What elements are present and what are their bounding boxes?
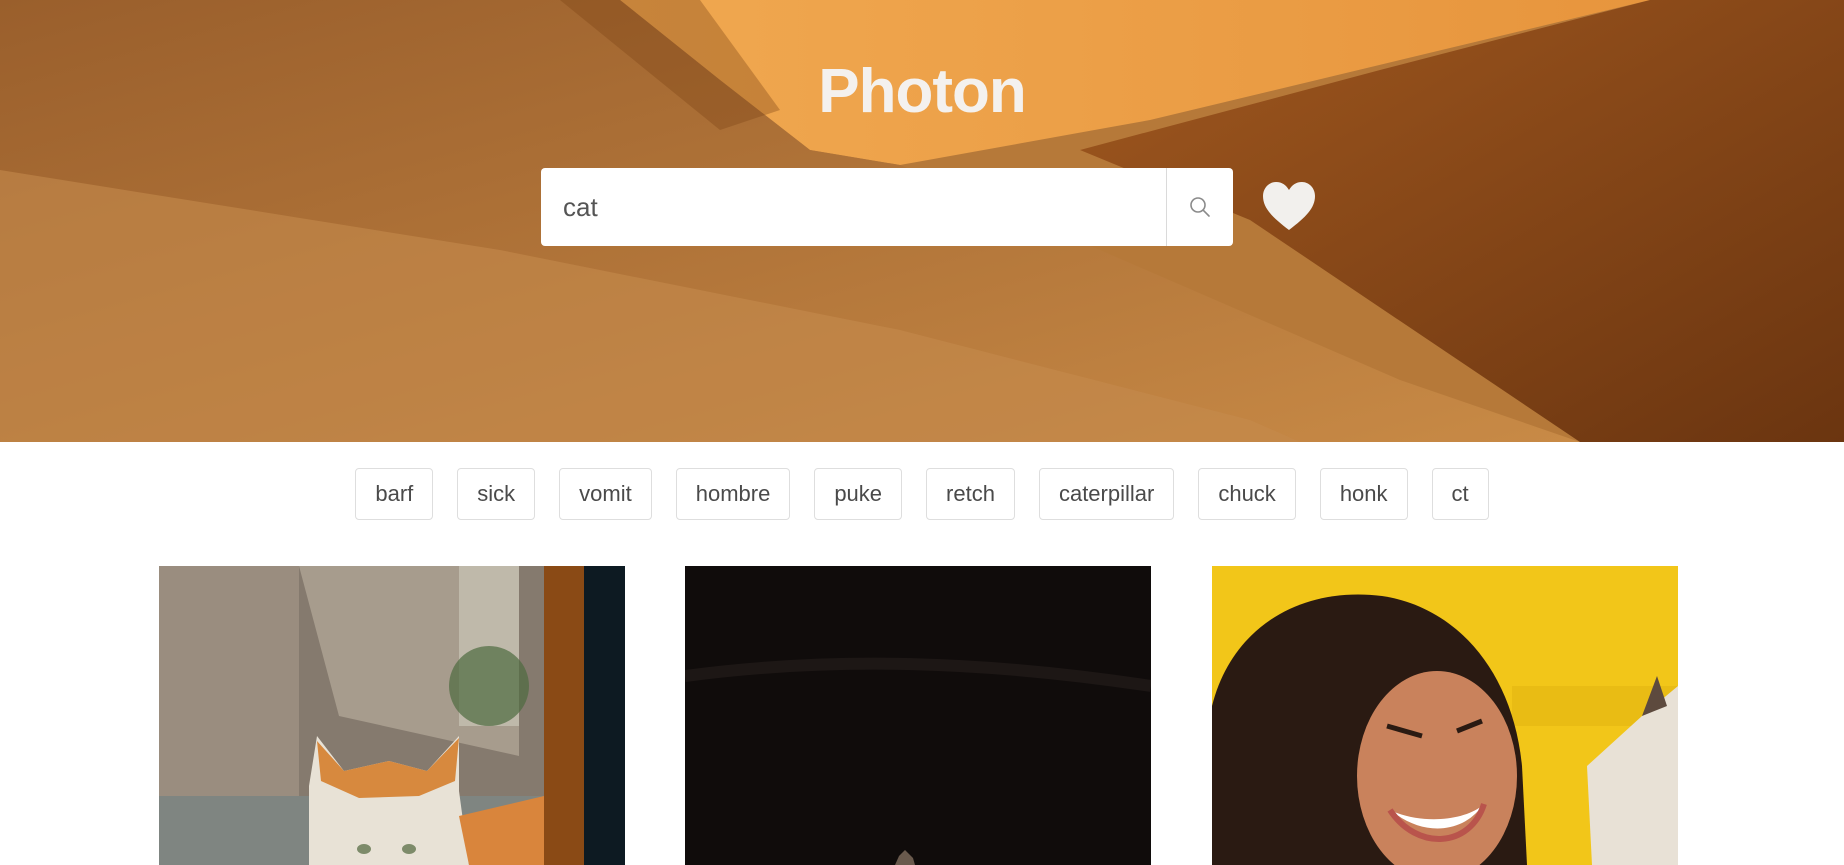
cat-photo-image [685, 566, 1151, 865]
woman-with-cat-image [1212, 566, 1678, 865]
tag-button[interactable]: hombre [675, 468, 791, 520]
cat-photo-image [159, 566, 625, 865]
tag-button[interactable]: puke [814, 468, 903, 520]
tag-button[interactable]: honk [1319, 468, 1408, 520]
search-input[interactable] [541, 168, 1166, 246]
search-icon [1190, 197, 1210, 217]
hero-banner: Photon [0, 0, 1844, 442]
tag-button[interactable]: vomit [559, 468, 652, 520]
tag-button[interactable]: sick [457, 468, 536, 520]
tag-button[interactable]: chuck [1198, 468, 1296, 520]
heart-icon[interactable] [1262, 182, 1316, 232]
tag-button[interactable]: ct [1431, 468, 1489, 520]
search-button[interactable] [1166, 168, 1233, 246]
tag-button[interactable]: barf [355, 468, 434, 520]
tag-button[interactable]: retch [926, 468, 1015, 520]
related-tags: barf sick vomit hombre puke retch caterp… [0, 468, 1844, 520]
photo-card-cat-dark[interactable] [685, 566, 1151, 865]
search-bar [541, 168, 1233, 246]
tag-button[interactable]: caterpillar [1038, 468, 1175, 520]
photo-card-woman-with-cat[interactable] [1212, 566, 1678, 865]
app-title: Photon [818, 57, 1027, 126]
photo-card-cat-doorway[interactable] [159, 566, 625, 865]
